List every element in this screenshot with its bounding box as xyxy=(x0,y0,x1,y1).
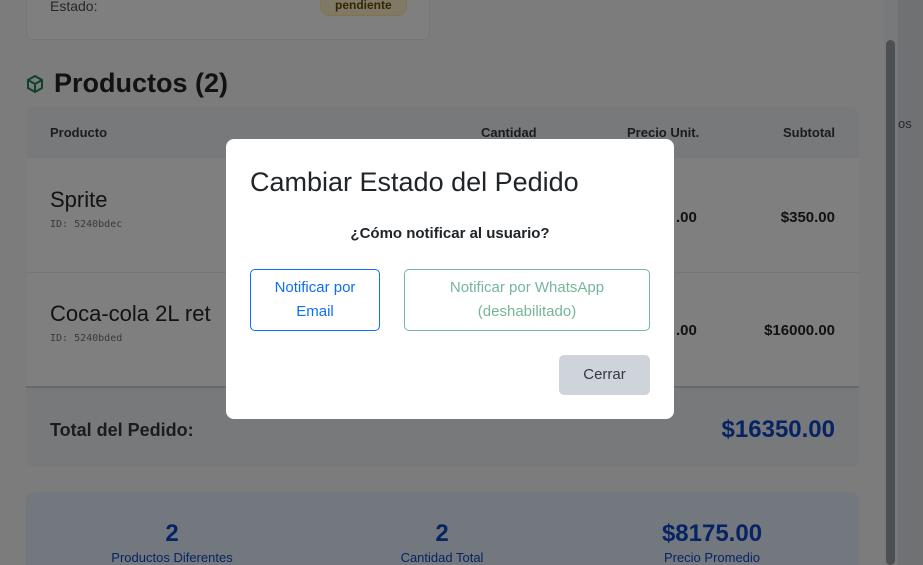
notify-email-line1: Notificar por xyxy=(274,279,356,296)
close-button[interactable]: Cerrar xyxy=(559,355,650,395)
notify-email-button[interactable]: Notificar por Email xyxy=(250,269,380,331)
notify-whatsapp-button[interactable]: Notificar por WhatsApp (deshabilitado) xyxy=(404,269,650,331)
modal-question: ¿Cómo notificar al usuario? xyxy=(350,225,550,242)
notify-email-line2: Email xyxy=(296,303,334,320)
notify-whatsapp-line2: (deshabilitado) xyxy=(477,303,577,320)
notify-whatsapp-line1: Notificar por WhatsApp xyxy=(449,279,605,296)
change-status-modal: Cambiar Estado del Pedido ¿Cómo notifica… xyxy=(226,139,674,419)
modal-title: Cambiar Estado del Pedido xyxy=(250,167,579,197)
